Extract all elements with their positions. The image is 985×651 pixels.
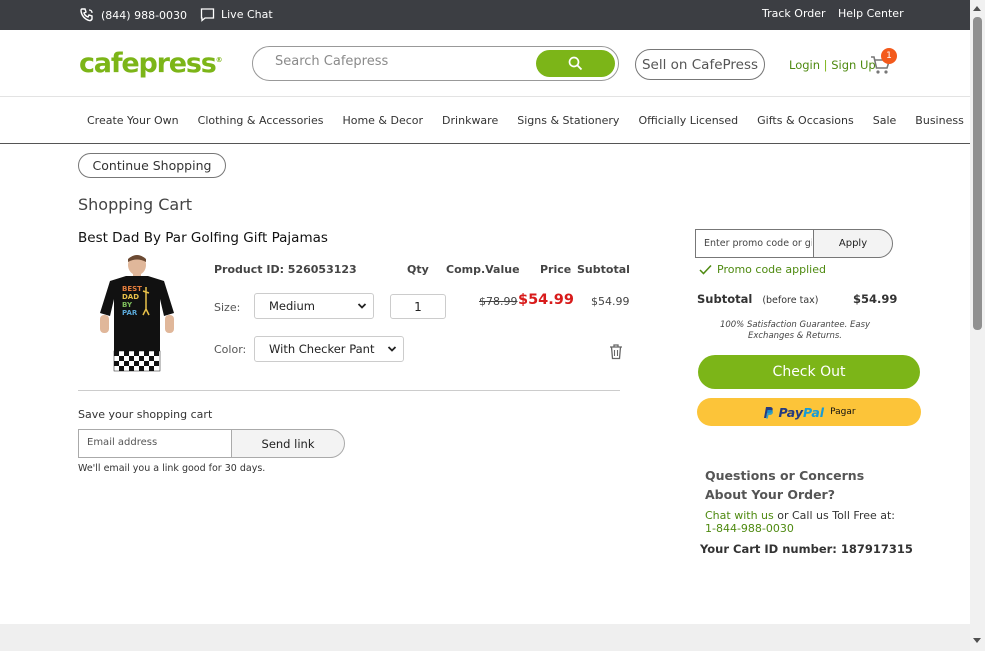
product-image[interactable]: BEST DAD BY PAR — [96, 253, 178, 373]
save-cart-form: Send link — [78, 429, 345, 458]
promo-status: Promo code applied — [699, 263, 826, 276]
phone-icon — [80, 8, 93, 22]
nav-business[interactable]: Business — [915, 114, 964, 127]
save-cart-label: Save your shopping cart — [78, 408, 213, 421]
color-label: Color: — [214, 343, 247, 356]
color-select[interactable]: With Checker Pant — [254, 336, 404, 362]
comp-value-price: $78.99 — [479, 295, 518, 308]
footer — [0, 624, 970, 651]
cart-count-badge: 1 — [881, 48, 897, 64]
image-text-line-2: DAD — [122, 293, 139, 301]
subtotal-note: (before tax) — [762, 295, 819, 306]
support-phone-link[interactable]: 1-844-988-0030 — [705, 522, 794, 535]
check-icon — [699, 264, 712, 275]
search-button[interactable] — [536, 50, 615, 77]
apply-button[interactable]: Apply — [813, 229, 893, 258]
nav-sale[interactable]: Sale — [873, 114, 897, 127]
search-bar — [252, 46, 619, 81]
chevron-down-icon — [387, 346, 397, 352]
track-order-link[interactable]: Track Order — [762, 7, 826, 20]
subtotal-value: $54.99 — [853, 292, 898, 306]
cafepress-logo[interactable]: cafepress® — [79, 48, 223, 79]
sell-on-cafepress-button[interactable]: Sell on CafePress — [635, 49, 765, 80]
call-text: or Call us Toll Free at: — [773, 509, 896, 522]
email-field[interactable] — [87, 437, 227, 448]
search-input[interactable] — [275, 54, 525, 69]
size-value: Medium — [269, 299, 315, 313]
site-header: cafepress® Sell on CafePress Login | Sig… — [0, 30, 970, 97]
scroll-down-arrow[interactable] — [973, 638, 981, 643]
image-text-line-1: BEST — [122, 285, 142, 293]
nav-gifts-occasions[interactable]: Gifts & Occasions — [757, 114, 854, 127]
paypal-button[interactable]: Pay Pal Pagar — [697, 398, 921, 426]
phone-number: (844) 988-0030 — [101, 8, 188, 22]
nav-clothing-accessories[interactable]: Clothing & Accessories — [198, 114, 324, 127]
price-header: Price — [540, 263, 572, 276]
nav-drinkware[interactable]: Drinkware — [442, 114, 498, 127]
login-signup: Login | Sign Up — [789, 58, 876, 72]
checkout-button[interactable]: Check Out — [698, 355, 920, 389]
paypal-pal: Pal — [803, 404, 825, 420]
product-id: Product ID: 526053123 — [214, 263, 357, 276]
top-bar: (844) 988-0030 Live Chat Track Order Hel… — [0, 0, 970, 30]
size-label: Size: — [214, 301, 241, 314]
comp-value-header: Comp.Value — [446, 263, 520, 276]
chevron-down-icon — [357, 303, 367, 309]
divider — [78, 390, 620, 391]
paypal-icon — [764, 406, 774, 418]
login-link[interactable]: Login — [789, 58, 820, 72]
subtotal-header: Subtotal — [577, 263, 630, 276]
guarantee-text: 100% Satisfaction Guarantee. Easy Exchan… — [719, 320, 871, 341]
promo-status-text: Promo code applied — [717, 263, 826, 276]
quantity-input[interactable]: 1 — [390, 294, 446, 319]
nav-officially-licensed[interactable]: Officially Licensed — [638, 114, 738, 127]
contact-line: Chat with us or Call us Toll Free at: 1-… — [705, 509, 895, 535]
email-note: We'll email you a link good for 30 days. — [78, 463, 266, 474]
nav-home-decor[interactable]: Home & Decor — [342, 114, 423, 127]
product-name[interactable]: Best Dad By Par Golfing Gift Pajamas — [78, 230, 328, 246]
qty-header: Qty — [407, 263, 429, 276]
category-nav: Create Your Own Clothing & Accessories H… — [0, 97, 970, 144]
image-text-line-4: PAR — [122, 309, 138, 317]
send-link-button[interactable]: Send link — [231, 429, 345, 458]
live-chat-label: Live Chat — [221, 8, 273, 21]
help-center-link[interactable]: Help Center — [838, 7, 904, 20]
scroll-up-arrow[interactable] — [973, 6, 981, 11]
trash-icon[interactable] — [608, 343, 624, 360]
scrollbar[interactable] — [970, 0, 985, 651]
phone-link[interactable]: (844) 988-0030 — [79, 7, 187, 23]
line-subtotal: $54.99 — [591, 295, 630, 308]
live-chat-link[interactable]: Live Chat — [200, 7, 273, 22]
paypal-pay: Pay — [778, 404, 803, 420]
subtotal-label: Subtotal (before tax) — [697, 292, 819, 306]
image-text-line-3: BY — [122, 301, 133, 309]
nav-signs-stationery[interactable]: Signs & Stationery — [517, 114, 619, 127]
cart-id: Your Cart ID number: 187917315 — [700, 542, 913, 556]
chat-with-us-link[interactable]: Chat with us — [705, 509, 774, 522]
color-value: With Checker Pant — [269, 342, 375, 356]
promo-code-field[interactable] — [704, 238, 812, 249]
page-title: Shopping Cart — [78, 195, 193, 214]
scroll-thumb[interactable] — [973, 17, 982, 330]
chat-icon — [200, 8, 215, 22]
nav-create-your-own[interactable]: Create Your Own — [87, 114, 179, 127]
questions-heading: Questions or Concerns About Your Order? — [705, 468, 865, 502]
sale-price: $54.99 — [518, 292, 574, 308]
paypal-label: Pagar — [830, 407, 856, 417]
search-icon — [568, 56, 583, 71]
promo-form: Apply — [695, 229, 893, 258]
continue-shopping-button[interactable]: Continue Shopping — [78, 153, 226, 178]
size-select[interactable]: Medium — [254, 293, 374, 319]
